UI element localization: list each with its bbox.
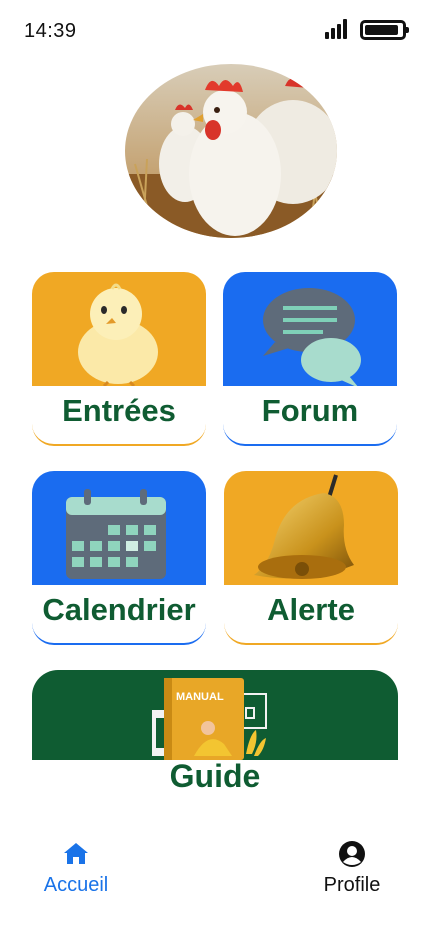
card-label-alerte: Alerte [224,585,398,645]
card-label-calendrier: Calendrier [32,585,206,645]
manual-book-icon: MANUAL [152,678,267,760]
card-label-forum: Forum [223,386,397,446]
home-icon [64,843,88,864]
card-calendrier[interactable]: Calendrier [32,471,206,645]
card-alerte[interactable]: Alerte [224,471,398,645]
nav-profile[interactable]: Profile [312,840,392,897]
card-entrees[interactable]: Entrées [32,272,206,446]
chick-icon [32,272,206,386]
signal-icon [325,19,349,39]
card-forum[interactable]: Forum [223,272,397,446]
nav-profile-label: Profile [323,874,381,896]
calendar-icon [32,471,206,585]
status-time: 14:39 [24,20,77,42]
bell-icon [224,471,398,585]
nav-home[interactable]: Accueil [30,840,122,897]
status-bar: 14:39 [0,0,430,60]
card-label-entrees: Entrées [32,386,206,446]
guide-label: Guide [169,758,261,794]
chat-bubbles-icon [223,272,397,386]
profile-icon [339,841,365,867]
hero-chickens-image [125,64,337,238]
battery-icon [360,20,409,40]
nav-home-label: Accueil [43,874,109,896]
guide-book-title: MANUAL [176,691,224,703]
guide-banner[interactable]: MANUAL [32,670,398,760]
